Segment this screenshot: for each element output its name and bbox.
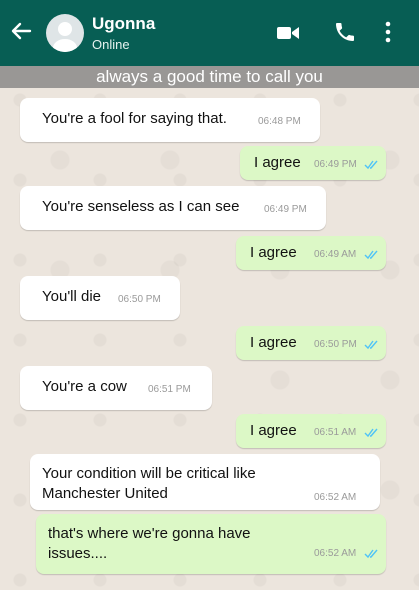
back-arrow-icon[interactable] xyxy=(10,20,32,42)
message-outgoing[interactable]: I agree 06:49 AM xyxy=(236,236,386,270)
message-time: 06:52 AM xyxy=(314,492,357,503)
message-line: issues.... xyxy=(48,545,108,562)
message-line: Manchester United xyxy=(42,485,168,502)
message-text: I agree xyxy=(254,154,301,171)
message-outgoing[interactable]: I agree 06:51 AM xyxy=(236,414,386,448)
contact-status: Online xyxy=(92,37,130,52)
message-text: You're a fool for saying that. xyxy=(42,110,227,127)
message-text: You're senseless as I can see xyxy=(42,198,240,215)
message-text: Your condition will be critical like Man… xyxy=(42,464,256,504)
message-time: 06:51 PM xyxy=(148,384,191,395)
caption-overlay: always a good time to call you xyxy=(0,66,419,88)
message-incoming[interactable]: You're a cow 06:51 PM xyxy=(20,366,212,410)
contact-name[interactable]: Ugonna xyxy=(92,14,155,34)
message-incoming[interactable]: Your condition will be critical like Man… xyxy=(30,454,380,510)
message-text: I agree xyxy=(250,334,297,351)
message-time: 06:51 AM xyxy=(314,427,357,438)
read-receipt-icon xyxy=(364,250,378,260)
message-line: that's where we're gonna have xyxy=(48,525,251,542)
read-receipt-icon xyxy=(364,428,378,438)
message-text: that's where we're gonna have issues.... xyxy=(48,524,251,564)
message-time: 06:48 PM xyxy=(258,116,301,127)
message-text: I agree xyxy=(250,422,297,439)
read-receipt-icon xyxy=(364,340,378,350)
message-time: 06:49 PM xyxy=(264,204,307,215)
phone-icon[interactable] xyxy=(333,20,357,44)
video-call-icon[interactable] xyxy=(276,24,300,42)
message-text: You'll die xyxy=(42,288,102,305)
message-incoming[interactable]: You're a fool for saying that. 06:48 PM xyxy=(20,98,320,142)
message-time: 06:50 PM xyxy=(314,339,357,350)
message-line: Your condition will be critical like xyxy=(42,465,256,482)
message-time: 06:50 PM xyxy=(118,294,161,305)
avatar[interactable] xyxy=(46,14,84,52)
message-text: I agree xyxy=(250,244,297,261)
read-receipt-icon xyxy=(364,549,378,559)
more-options-icon[interactable] xyxy=(384,20,392,44)
chat-header: Ugonna Online xyxy=(0,0,419,66)
message-incoming[interactable]: You're senseless as I can see 06:49 PM xyxy=(20,186,326,230)
message-outgoing[interactable]: I agree 06:49 PM xyxy=(240,146,386,180)
message-time: 06:49 AM xyxy=(314,249,357,260)
message-outgoing[interactable]: that's where we're gonna have issues....… xyxy=(36,514,386,574)
message-text: You're a cow xyxy=(42,378,127,395)
message-time: 06:49 PM xyxy=(314,159,357,170)
message-incoming[interactable]: You'll die 06:50 PM xyxy=(20,276,180,320)
message-time: 06:52 AM xyxy=(314,548,357,559)
message-outgoing[interactable]: I agree 06:50 PM xyxy=(236,326,386,360)
read-receipt-icon xyxy=(364,160,378,170)
